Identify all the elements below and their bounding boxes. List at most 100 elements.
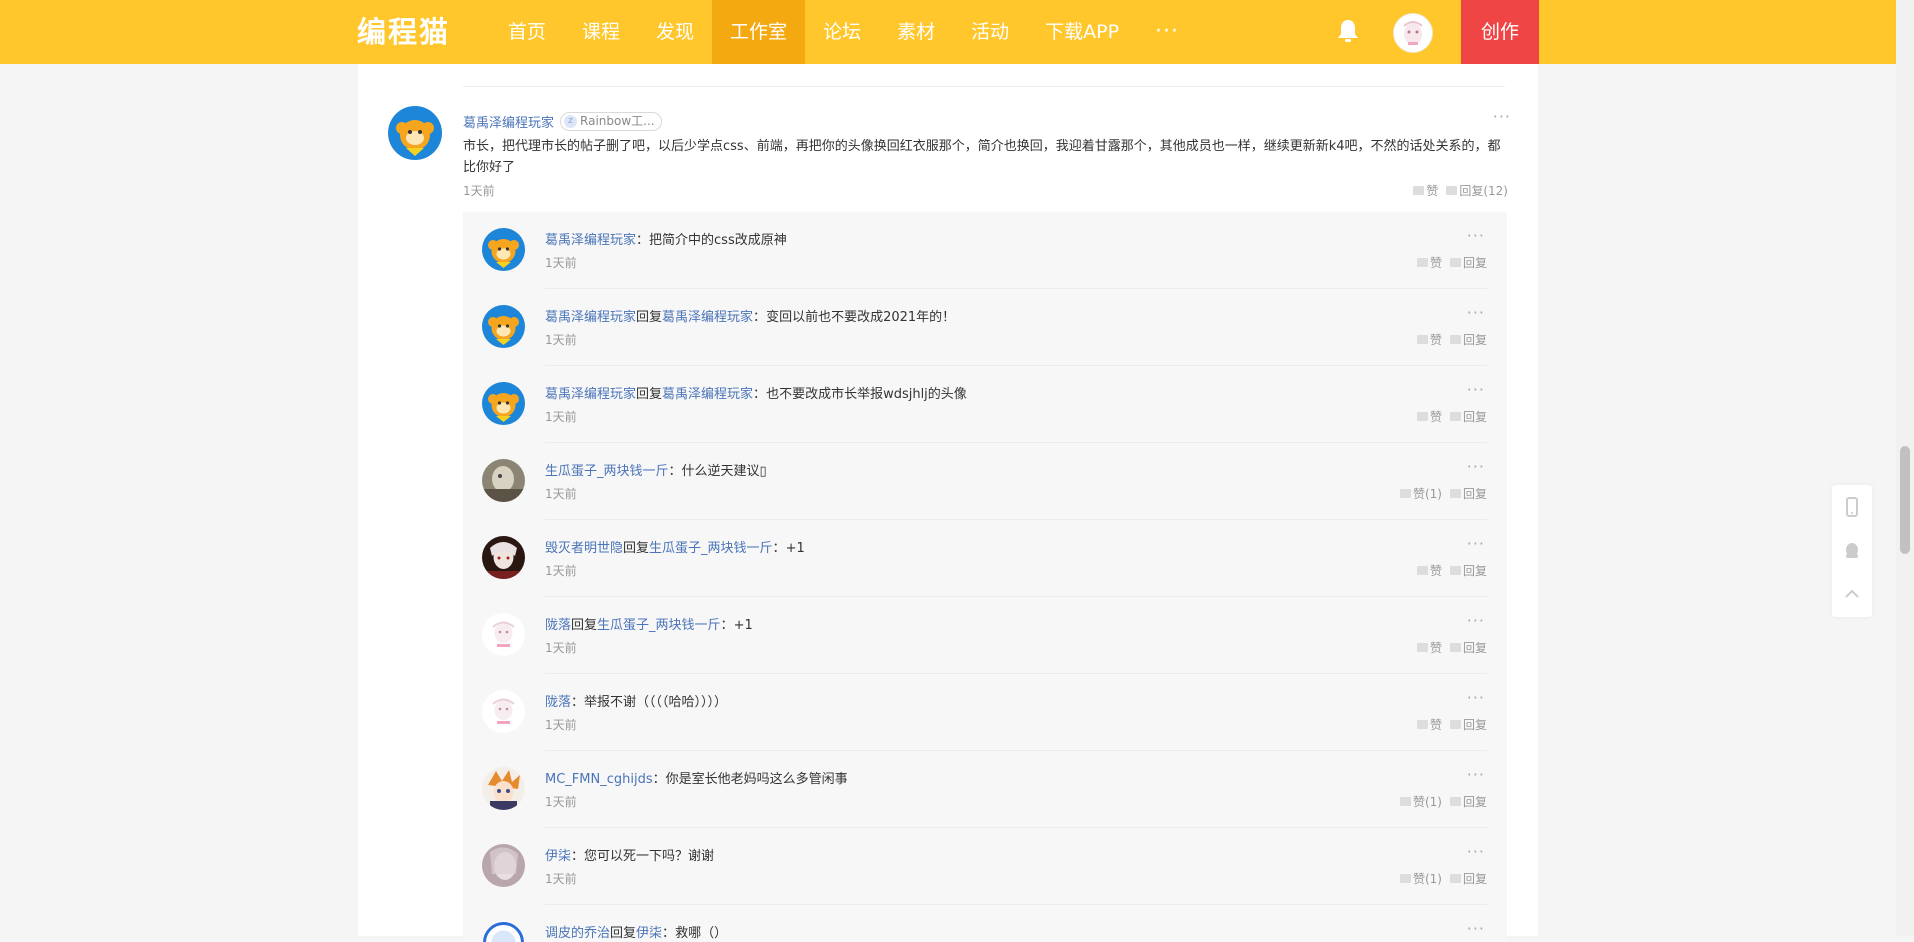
reply-avatar[interactable] [482,767,525,810]
reply-button[interactable]: 回复 [1450,331,1487,348]
reply-username[interactable]: 陇落 [545,618,571,633]
reply-more-button[interactable]: ··· [1467,847,1485,857]
page-scrollbar[interactable] [1896,0,1914,936]
qq-icon[interactable] [1832,529,1872,573]
speech-bubble-icon [1450,412,1461,421]
reply-actions: 赞回复 [1409,562,1487,579]
reply-avatar[interactable] [482,459,525,502]
reply-more-button[interactable]: ··· [1467,462,1485,472]
reply-button[interactable]: 回复 [1450,793,1487,810]
reply-avatar[interactable] [482,844,525,887]
reply-label: 回复 [1463,793,1487,810]
reply-username[interactable]: 伊柒 [545,849,571,864]
reply-avatar[interactable] [482,690,525,733]
reply-username[interactable]: 毁灭者明世隐 [545,541,623,556]
reply-actions: 赞回复 [1409,716,1487,733]
reply-word: 回复 [636,387,662,402]
comment-avatar[interactable] [388,106,442,160]
speech-bubble-icon [1450,797,1461,806]
like-label: 赞(1) [1413,793,1442,810]
reply-label: 回复 [1463,639,1487,656]
reply-text: 救哪（） [675,926,727,941]
reply-avatar[interactable] [482,536,525,579]
reply-actions: 赞(1) 回复 [1392,870,1487,887]
nav-more-button[interactable]: ··· [1137,0,1197,64]
like-button[interactable]: 赞(1) [1400,870,1442,887]
reply-avatar[interactable] [482,921,525,942]
reply-username[interactable]: 生瓜蛋子_两块钱一斤 [545,464,669,479]
reply-more-button[interactable]: ··· [1467,616,1485,626]
speech-bubble-icon [1450,874,1461,883]
like-button[interactable]: 赞(1) [1400,485,1442,502]
nav-item-studio[interactable]: 工作室 [712,0,805,64]
nav-item-forum[interactable]: 论坛 [805,0,879,64]
nav-item-courses[interactable]: 课程 [564,0,638,64]
reply-button[interactable]: 回复 [1450,716,1487,733]
studio-badge[interactable]: z Rainbow工... [560,112,662,131]
comment-more-button[interactable]: ··· [1493,112,1511,122]
reply-avatar[interactable] [482,382,525,425]
comment-username[interactable]: 葛禹泽编程玩家 [463,112,554,131]
reply-target-username[interactable]: 生瓜蛋子_两块钱一斤 [649,541,773,556]
reply-separator: ： [636,233,649,248]
reply-target-username[interactable]: 葛禹泽编程玩家 [662,387,753,402]
reply-more-button[interactable]: ··· [1467,539,1485,549]
like-label: 赞 [1430,254,1442,271]
reply-more-button[interactable]: ··· [1467,693,1485,703]
reply-actions: 赞(1) 回复 [1392,485,1487,502]
reply-more-button[interactable]: ··· [1467,924,1485,934]
speech-bubble-icon [1446,186,1457,195]
reply-target-username[interactable]: 葛禹泽编程玩家 [662,310,753,325]
reply-target-username[interactable]: 生瓜蛋子_两块钱一斤 [597,618,721,633]
nav-item-materials[interactable]: 素材 [879,0,953,64]
reply-username[interactable]: 葛禹泽编程玩家 [545,310,636,325]
like-button[interactable]: 赞 [1417,716,1442,733]
reply-word: 回复 [571,618,597,633]
reply-button[interactable]: 回复 [1450,254,1487,271]
reply-avatar[interactable] [482,305,525,348]
thumbs-up-icon [1400,489,1411,498]
reply-button[interactable]: 回复 [1450,870,1487,887]
reply-username[interactable]: 葛禹泽编程玩家 [545,387,636,402]
like-button[interactable]: 赞 [1417,639,1442,656]
reply-more-button[interactable]: ··· [1467,308,1485,318]
like-button[interactable]: 赞 [1417,254,1442,271]
like-button[interactable]: 赞 [1413,182,1438,199]
reply-button[interactable]: 回复 [1450,485,1487,502]
nav-item-home[interactable]: 首页 [490,0,564,64]
comment-text: 市长，把代理市长的帖子删了吧，以后少学点css、前端，再把你的头像换回红衣服那个… [463,136,1511,178]
reply-avatar[interactable] [482,228,525,271]
nav-item-discover[interactable]: 发现 [638,0,712,64]
reply-target-username[interactable]: 伊柒 [636,926,662,941]
like-button[interactable]: 赞(1) [1400,793,1442,810]
reply-button[interactable]: 回复(12) [1446,182,1508,199]
like-button[interactable]: 赞 [1417,408,1442,425]
reply-username[interactable]: MC_FMN_cghijds [545,772,653,787]
bell-icon[interactable] [1336,18,1360,44]
reply-username[interactable]: 葛禹泽编程玩家 [545,233,636,248]
like-label: 赞 [1430,331,1442,348]
reply-username[interactable]: 陇落 [545,695,571,710]
reply-avatar[interactable] [482,613,525,656]
reply-more-button[interactable]: ··· [1467,231,1485,241]
nav-item-events[interactable]: 活动 [953,0,1027,64]
reply-text: 也不要改成市长举报wdsjhlj的头像 [766,387,967,402]
site-logo[interactable]: 编程猫 [357,12,450,52]
reply-button[interactable]: 回复 [1450,562,1487,579]
badge-label: Rainbow工... [580,113,655,130]
reply-item: 葛禹泽编程玩家回复葛禹泽编程玩家：变回以前也不要改成2021年的！···1天前赞… [463,289,1507,366]
like-button[interactable]: 赞 [1417,562,1442,579]
reply-more-button[interactable]: ··· [1467,385,1485,395]
reply-more-button[interactable]: ··· [1467,770,1485,780]
back-to-top-icon[interactable] [1832,573,1872,617]
reply-button[interactable]: 回复 [1450,639,1487,656]
user-avatar[interactable] [1393,13,1433,53]
scrollbar-thumb[interactable] [1900,446,1910,554]
speech-bubble-icon [1450,643,1461,652]
like-button[interactable]: 赞 [1417,331,1442,348]
reply-username[interactable]: 调皮的乔治 [545,926,610,941]
reply-button[interactable]: 回复 [1450,408,1487,425]
create-button[interactable]: 创作 [1461,0,1539,64]
nav-item-download-app[interactable]: 下载APP [1027,0,1137,64]
mobile-icon[interactable] [1832,485,1872,529]
